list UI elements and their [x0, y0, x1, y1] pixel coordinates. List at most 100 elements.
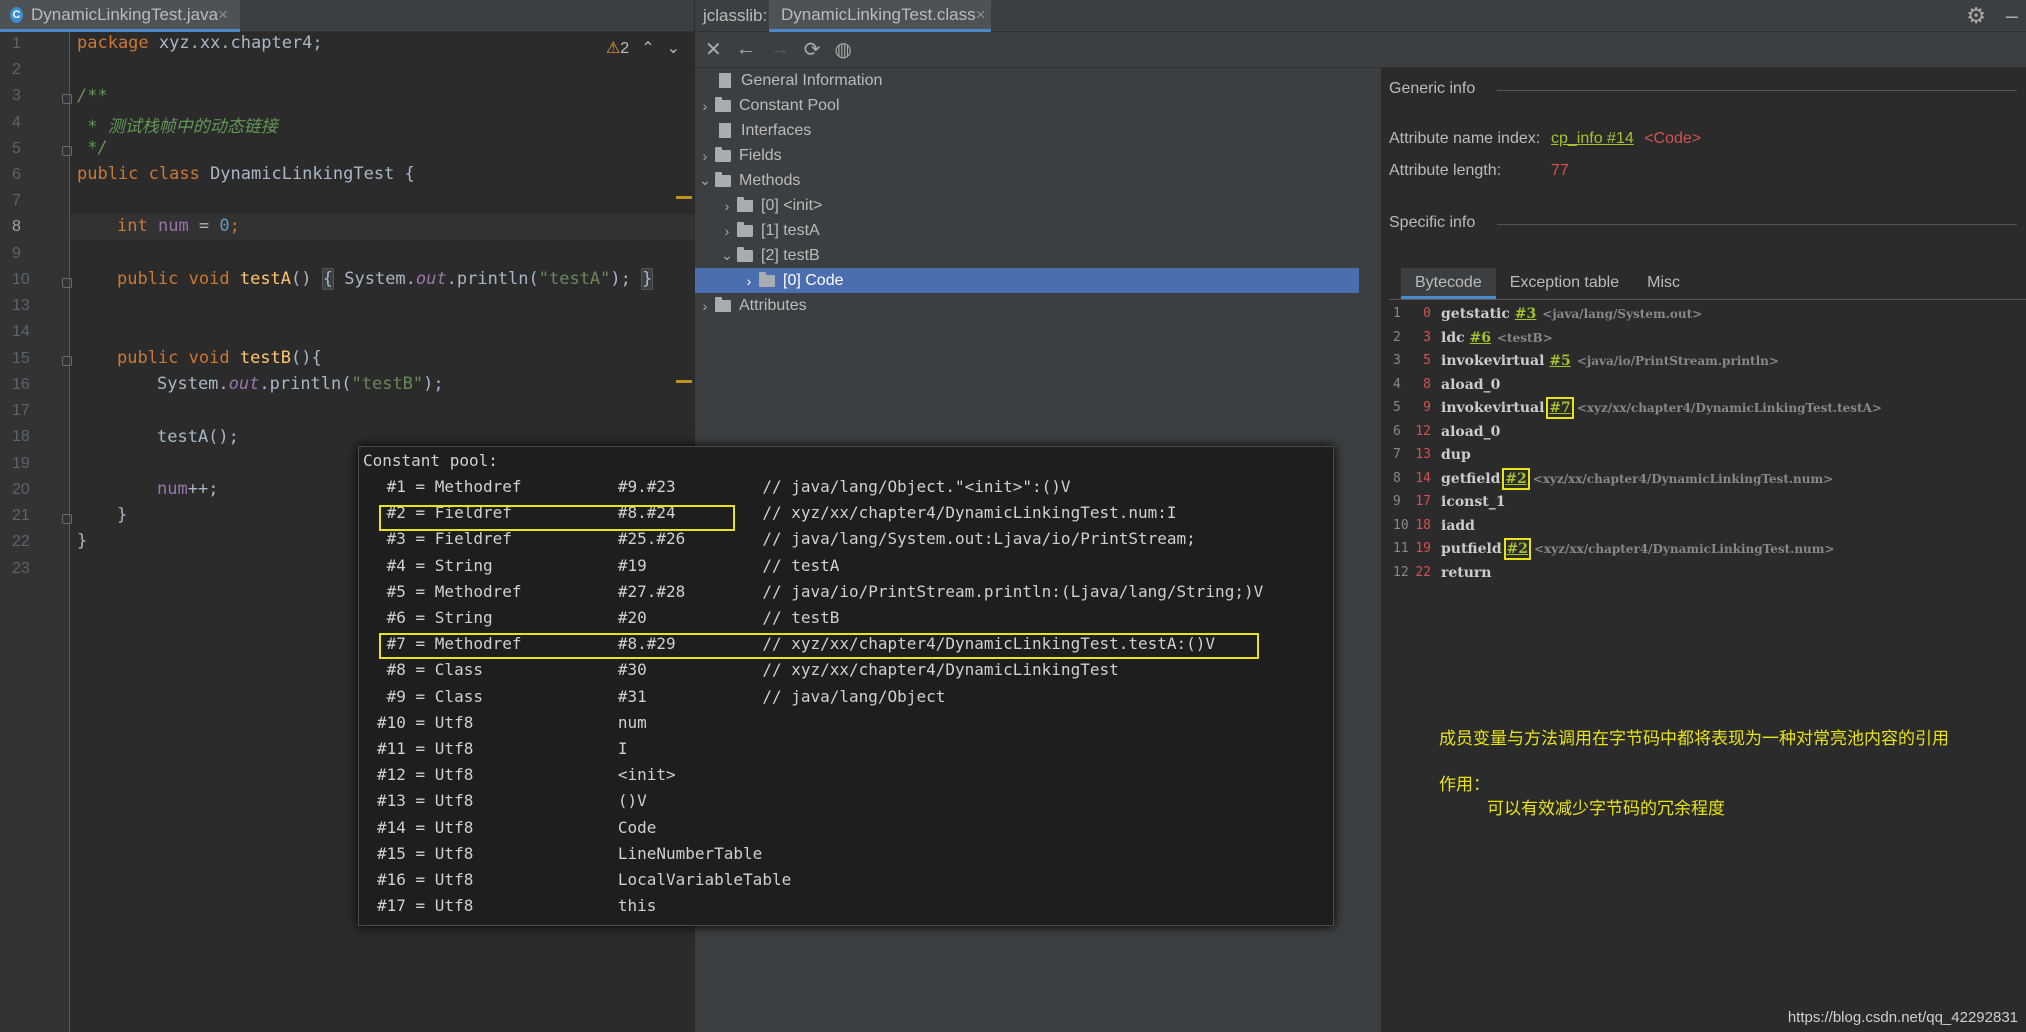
chevron-down-icon[interactable]: ⌄: [717, 247, 737, 264]
attribute-name-index-value: cp_info #14 <Code>: [1551, 130, 1701, 148]
line-number: 17: [12, 402, 30, 419]
error-stripe-mark[interactable]: [676, 380, 692, 383]
cp-info-link[interactable]: cp_info #14: [1551, 130, 1634, 147]
tree-node-methods[interactable]: ⌄ Methods: [695, 168, 1363, 193]
tab-exception-table[interactable]: Exception table: [1496, 268, 1633, 299]
opcode: dup: [1441, 447, 1471, 463]
line-number: 22: [12, 533, 30, 550]
web-browser-icon[interactable]: ◍: [835, 37, 852, 62]
fold-marker-icon[interactable]: [62, 146, 72, 156]
bytecode-row[interactable]: 9 17 iconst_1: [1389, 494, 2026, 517]
constant-pool-row: #10 = Utf8 num: [377, 712, 647, 732]
chevron-right-icon[interactable]: ›: [695, 148, 715, 164]
tab-dynamiclinkingtest-java[interactable]: C DynamicLinkingTest.java ×: [0, 0, 240, 32]
fold-marker-icon[interactable]: [62, 356, 72, 366]
bytecode-row[interactable]: 3 5 invokevirtual #5 <java/io/PrintStream.p…: [1389, 353, 2026, 376]
tab-dynamiclinkingtest-class[interactable]: DynamicLinkingTest.class ×: [769, 0, 991, 32]
bytecode-listing: 1 0 getstatic #3 <java/lang/System.out> 2 3 ld…: [1389, 300, 2026, 1032]
tree-node-method-testa[interactable]: › [1] testA: [717, 218, 1363, 243]
code-line-15: public void testB(){: [117, 348, 322, 368]
close-icon[interactable]: ✕: [705, 37, 722, 62]
bytecode-row[interactable]: 1 0 getstatic #3 <java/lang/System.out>: [1389, 306, 2026, 329]
bytecode-instruction: aload_0: [1441, 377, 1500, 393]
chevron-down-icon[interactable]: ⌄: [695, 172, 715, 189]
folder-icon: [737, 246, 753, 262]
constant-pool-ref-link[interactable]: #6: [1470, 330, 1491, 346]
tree-node-code-selected[interactable]: › [0] Code: [695, 268, 1359, 293]
bytecode-row[interactable]: 2 3 ldc #6 <testB>: [1389, 330, 2026, 353]
line-number-current: 8: [12, 218, 21, 235]
line-number: 13: [12, 297, 30, 314]
minimize-icon[interactable]: –: [2006, 3, 2018, 29]
bytecode-row[interactable]: 4 8 aload_0: [1389, 377, 2026, 400]
document-icon: [719, 73, 731, 88]
bytecode-offset: 22: [1415, 564, 1431, 580]
line-number: 3: [12, 87, 21, 104]
bytecode-line-number: 8: [1393, 470, 1401, 486]
chevron-right-icon[interactable]: ›: [717, 198, 737, 214]
fold-marker-icon[interactable]: [62, 94, 72, 104]
line-number: 2: [12, 61, 21, 78]
fold-marker-icon[interactable]: [62, 278, 72, 288]
folder-icon: [715, 171, 731, 187]
bytecode-row[interactable]: 10 18 iadd: [1389, 518, 2026, 541]
close-icon[interactable]: ×: [218, 5, 228, 25]
opcode: invokevirtual: [1441, 400, 1545, 416]
code-line-1: package xyz.xx.chapter4;: [77, 33, 323, 53]
warning-count: 2: [620, 40, 630, 57]
constant-pool-row: #16 = Utf8 LocalVariableTable: [377, 870, 792, 889]
chevron-right-icon[interactable]: ›: [695, 98, 715, 114]
bytecode-row[interactable]: 11 19 putfield #2 <xyz/xx/chapter4/DynamicL…: [1389, 538, 2026, 564]
constant-pool-ref-link[interactable]: #2: [1502, 467, 1530, 490]
bytecode-comment: <java/lang/System.out>: [1542, 307, 1703, 321]
attribute-length-label: Attribute length:: [1389, 162, 1502, 179]
tree-node-label: [0] Code: [783, 271, 844, 289]
bytecode-line-number: 2: [1393, 329, 1401, 345]
bytecode-row[interactable]: 8 14 getfield #2 <xyz/xx/chapter4/DynamicLi…: [1389, 467, 2026, 494]
bytecode-row[interactable]: 12 22 return: [1389, 565, 2026, 588]
chevron-right-icon[interactable]: ›: [717, 223, 737, 239]
line-number: 14: [12, 323, 30, 340]
chevron-down-icon[interactable]: ⌄: [667, 38, 680, 58]
line-number: 18: [12, 428, 30, 445]
constant-pool-overlay: Constant pool: #1 = Methodref #9.#23 // …: [358, 446, 1334, 926]
bytecode-row[interactable]: 7 13 dup: [1389, 447, 2026, 470]
inspection-widget[interactable]: ⚠2 ⌃ ⌄: [606, 38, 680, 58]
constant-pool-ref-link[interactable]: #2: [1503, 538, 1532, 560]
back-arrow-icon[interactable]: ←: [736, 38, 756, 61]
tab-misc[interactable]: Misc: [1633, 268, 1694, 299]
bytecode-row[interactable]: 6 12 aload_0: [1389, 424, 2026, 447]
chevron-right-icon[interactable]: ›: [695, 298, 715, 314]
forward-arrow-icon[interactable]: →: [770, 38, 790, 61]
tree-node-general-information[interactable]: General Information: [695, 68, 1363, 93]
close-icon[interactable]: ×: [976, 5, 986, 25]
fold-marker-icon[interactable]: [62, 514, 72, 524]
tab-bytecode[interactable]: Bytecode: [1401, 268, 1496, 299]
bytecode-offset: 19: [1415, 541, 1431, 556]
tree-node-method-testb[interactable]: ⌄ [2] testB: [717, 243, 1363, 268]
constant-pool-ref-link[interactable]: #5: [1549, 353, 1570, 369]
line-gutter: [0, 32, 70, 1032]
bytecode-comment: <xyz/xx/chapter4/DynamicLinkingTest.test…: [1576, 401, 1882, 415]
code-line-6: public class DynamicLinkingTest {: [77, 164, 415, 184]
tree-node-interfaces[interactable]: Interfaces: [695, 118, 1363, 143]
bytecode-offset: 9: [1423, 400, 1431, 415]
constant-pool-ref-link[interactable]: #3: [1515, 306, 1536, 322]
tree-node-constant-pool[interactable]: › Constant Pool: [695, 93, 1363, 118]
error-stripe-mark[interactable]: [676, 196, 692, 199]
chevron-up-icon[interactable]: ⌃: [641, 38, 654, 58]
tree-node-label: Constant Pool: [739, 96, 840, 114]
document-icon: [719, 123, 731, 138]
constant-pool-row: #4 = String #19 // testA: [377, 555, 840, 575]
code-line-22: }: [77, 531, 88, 551]
folder-icon: [759, 271, 775, 287]
line-number: 6: [12, 166, 21, 183]
tree-node-fields[interactable]: › Fields: [695, 143, 1363, 168]
gear-icon[interactable]: ⚙: [1966, 3, 1986, 29]
tree-node-attributes[interactable]: › Attributes: [695, 293, 1363, 318]
refresh-icon[interactable]: ⟳: [804, 37, 821, 62]
bytecode-row[interactable]: 5 9 invokevirtual #7 <xyz/xx/chapter4/Dynam…: [1389, 397, 2026, 423]
tree-node-method-init[interactable]: › [0] <init>: [717, 193, 1363, 218]
chevron-right-icon[interactable]: ›: [739, 273, 759, 289]
constant-pool-ref-link[interactable]: #7: [1546, 397, 1574, 419]
